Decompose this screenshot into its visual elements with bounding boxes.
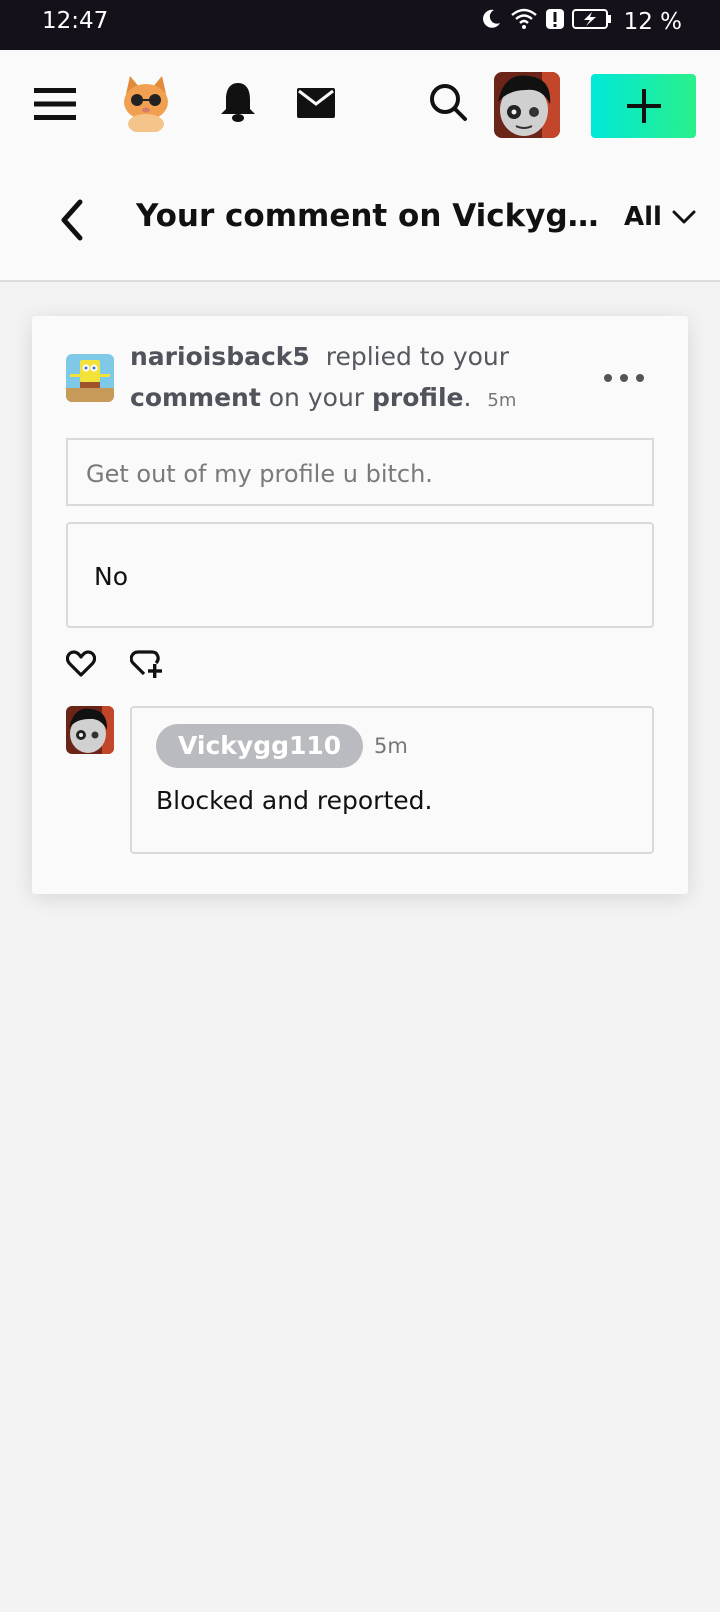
quoted-comment[interactable]: Get out of my profile u bitch. xyxy=(66,438,654,506)
wifi-icon xyxy=(510,8,538,36)
notification-on-your: on your xyxy=(268,383,365,412)
actor-username[interactable]: narioisback5 xyxy=(130,342,310,371)
reply-text: Blocked and reported. xyxy=(156,786,433,815)
page-header: Your comment on Vickygg110's profile All xyxy=(0,158,720,282)
notification-time: 5m xyxy=(487,390,517,411)
heart-icon xyxy=(65,650,97,677)
create-post-button[interactable] xyxy=(591,74,696,138)
messages-button[interactable] xyxy=(294,84,338,122)
notification-card: narioisback5 replied to your comment on … xyxy=(32,316,688,894)
bell-icon xyxy=(221,83,255,122)
chevron-left-icon xyxy=(61,199,83,241)
actor-avatar[interactable] xyxy=(66,354,114,402)
filter-label: All xyxy=(624,202,662,232)
reply-username[interactable]: Vickygg110 xyxy=(156,724,364,768)
blog-avatar-cat[interactable] xyxy=(118,72,174,132)
like-button[interactable] xyxy=(65,650,97,678)
top-nav xyxy=(0,50,720,158)
profile-link[interactable]: profile xyxy=(372,383,463,412)
notification-text: narioisback5 replied to your comment on … xyxy=(130,336,560,421)
ellipsis-icon xyxy=(604,374,644,382)
chevron-down-icon xyxy=(672,210,696,224)
menu-button[interactable] xyxy=(34,85,76,123)
notification-period: . xyxy=(463,383,472,412)
alert-icon xyxy=(545,8,564,36)
reply-time: 5m xyxy=(374,734,408,758)
my-avatar[interactable] xyxy=(66,706,114,754)
notifications-button[interactable] xyxy=(216,80,260,124)
comment-plus-icon xyxy=(129,650,162,678)
battery-charging-icon xyxy=(571,8,612,36)
status-time: 12:47 xyxy=(42,8,109,34)
status-bar: 12:47 12 % xyxy=(0,0,720,50)
reply-content[interactable]: No xyxy=(66,522,654,628)
status-icons: 12 % xyxy=(480,8,682,36)
search-button[interactable] xyxy=(426,80,470,124)
my-reply: Vickygg110 5m Blocked and reported. xyxy=(130,706,654,854)
search-icon xyxy=(430,84,467,121)
battery-percentage: 12 % xyxy=(623,9,682,35)
comment-link[interactable]: comment xyxy=(130,383,261,412)
moon-icon xyxy=(480,8,502,36)
add-reply-button[interactable] xyxy=(129,650,164,680)
filter-dropdown[interactable]: All xyxy=(624,202,696,232)
menu-icon xyxy=(34,88,76,120)
back-button[interactable] xyxy=(56,198,88,242)
more-options-button[interactable] xyxy=(602,368,646,388)
page-title: Your comment on Vickygg110's profile xyxy=(136,198,608,234)
notification-verb: replied to your xyxy=(325,342,510,371)
mail-icon xyxy=(297,88,335,118)
plus-icon xyxy=(626,89,661,123)
account-avatar[interactable] xyxy=(494,72,560,138)
